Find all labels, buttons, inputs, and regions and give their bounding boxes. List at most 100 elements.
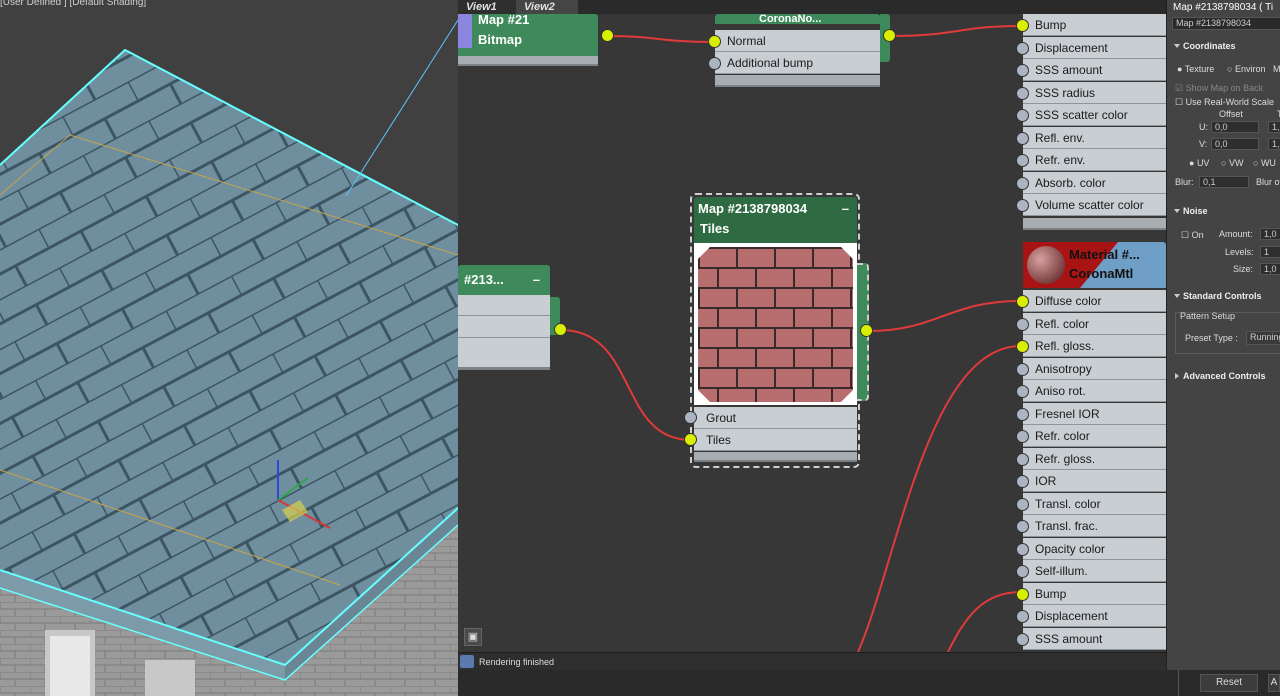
u-tiling-spinner[interactable]: 1, [1268,121,1280,133]
reset-button[interactable]: Reset [1200,674,1258,692]
amount-spinner[interactable]: 1,0 [1260,228,1280,240]
material-slot-pin[interactable] [1016,565,1029,578]
normal-output-pin[interactable] [883,29,896,42]
material-slot-pin[interactable] [1016,520,1029,533]
v-offset-spinner[interactable]: 0,0 [1211,138,1259,150]
material-slot-pin[interactable] [1016,19,1029,32]
material-slot[interactable]: Transl. frac. [1023,515,1166,537]
binoculars-icon[interactable]: ▣ [464,628,482,646]
material-slot-pin[interactable] [1016,41,1029,55]
material-slot-pin[interactable] [1016,109,1029,122]
v-tiling-spinner[interactable]: 1, [1268,138,1280,150]
environ-radio[interactable]: ○ Environ [1227,64,1265,74]
texture-radio[interactable]: ● Texture [1177,64,1214,74]
uv-radio[interactable]: ● UV [1189,158,1209,168]
noise-on-checkbox[interactable]: ☐ On [1181,230,1204,241]
material-slot[interactable]: Refl. env. [1023,126,1166,149]
material-slot-pin[interactable] [1016,317,1029,331]
material-slot[interactable]: Bump [1023,582,1166,605]
material-slot[interactable]: Diffuse color [1023,290,1166,312]
material-slot-pin[interactable] [1016,452,1029,466]
preset-type-dropdown[interactable]: Running [1246,331,1280,345]
tiles-node[interactable]: Map #2138798034 Tiles – Grout Tiles [684,193,873,468]
viewport-3d[interactable]: [User Defined ] [Default Shading] [0,0,458,696]
material-slot-pin[interactable] [1016,295,1029,308]
tiles-input-pin[interactable] [684,433,697,446]
u-offset-spinner[interactable]: 0,0 [1211,121,1259,133]
material-slot[interactable]: Refl. gloss. [1023,335,1166,357]
noise-rollout[interactable]: Noise [1167,203,1280,219]
material-slot[interactable]: Refr. env. [1023,149,1166,171]
material-slot-pin[interactable] [1016,176,1029,190]
left-map-output-pin[interactable] [554,323,567,336]
bitmap-output-pin[interactable] [601,29,614,42]
material-slot[interactable]: Fresnel IOR [1023,402,1166,425]
material-slot-pin[interactable] [1016,430,1029,443]
tiles-collapse-button[interactable]: – [842,199,849,218]
material-slot[interactable]: Refr. gloss. [1023,447,1166,470]
standard-controls-rollout[interactable]: Standard Controls [1167,288,1280,304]
mapping-dropdown[interactable]: M [1273,64,1280,74]
material-slot-pin[interactable] [1016,587,1029,601]
material-slot-pin[interactable] [1016,497,1029,511]
material-slot[interactable]: SSS radius [1023,81,1166,104]
levels-spinner[interactable]: 1 [1260,246,1280,258]
wu-radio[interactable]: ○ WU [1253,158,1276,168]
material-slot-pin[interactable] [1016,154,1029,167]
tab-view1[interactable]: View1 [458,0,516,14]
additional-bump-slot[interactable]: Additional bump [715,52,880,74]
blur-spinner[interactable]: 0,1 [1199,176,1249,188]
material-slot-pin[interactable] [1016,407,1029,421]
bitmap-node[interactable]: Map #21 Bitmap [458,12,614,66]
material-slot[interactable]: Refr. color [1023,425,1166,447]
material-slot-pin[interactable] [1016,64,1029,77]
left-map-node[interactable]: #213... – [458,265,567,370]
coordinates-rollout[interactable]: Coordinates [1167,38,1280,54]
material-slot-pin[interactable] [1016,632,1029,646]
tab-view2[interactable]: View2 [516,0,578,14]
material-slot[interactable]: SSS amount [1023,627,1166,650]
material-slot-pin[interactable] [1016,542,1029,556]
size-spinner[interactable]: 1,0 [1260,263,1280,275]
material-slot[interactable]: Displacement [1023,605,1166,627]
tiles-output-pin[interactable] [860,324,873,337]
material-slot[interactable]: Opacity color [1023,537,1166,560]
additional-bump-pin[interactable] [708,57,721,70]
apply-button[interactable]: A [1268,674,1280,692]
material-slot-pin[interactable] [1016,610,1029,623]
material-slot-pin[interactable] [1016,131,1029,145]
material-slot-pin[interactable] [1016,199,1029,212]
material-slot-pin[interactable] [1016,362,1029,376]
material-slot[interactable]: Displacement [1023,36,1166,59]
material-slot-pin[interactable] [1016,475,1029,488]
advanced-controls-rollout[interactable]: Advanced Controls [1167,368,1280,384]
real-world-checkbox[interactable]: ☐ Use Real-World Scale [1175,97,1274,108]
normal-input-pin[interactable] [708,35,721,48]
material-slot[interactable]: Aniso rot. [1023,380,1166,402]
vw-radio[interactable]: ○ VW [1221,158,1243,168]
slate-node-editor[interactable]: Map #21 Bitmap CoronaNo... Normal Additi… [458,0,1166,652]
material-slot[interactable]: Anisotropy [1023,357,1166,380]
material-slot[interactable]: IOR [1023,470,1166,492]
material-slot[interactable]: Self-illum. [1023,560,1166,582]
material-slot[interactable]: Transl. color [1023,492,1166,515]
grout-slot[interactable]: Grout [694,407,857,429]
material-slot[interactable]: Volume scatter color [1023,194,1166,216]
tiles-slot[interactable]: Tiles [694,429,857,451]
material-slot[interactable]: SSS scatter color [1023,104,1166,126]
material-slot[interactable]: SSS amount [1023,59,1166,81]
material-slot-pin[interactable] [1016,385,1029,398]
normal-map-node[interactable]: CoronaNo... Normal Additional bump [708,14,896,90]
material-slot-pin[interactable] [1016,340,1029,353]
show-map-checkbox[interactable]: ☑ Show Map on Back [1175,83,1263,94]
material-slot[interactable]: Absorb. color [1023,171,1166,194]
corona-material-node[interactable]: Material #... CoronaMtl Diffuse color Ref… [1016,242,1166,652]
map-name-field[interactable]: Map #2138798034 [1172,17,1280,30]
grout-input-pin[interactable] [684,411,697,424]
material-slot[interactable]: Refl. color [1023,312,1166,335]
material-top-node[interactable]: Bump Displacement SSS amount SSS radius SSS … [1016,14,1166,232]
viewport-label[interactable]: [User Defined ] [Default Shading] [0,0,146,8]
material-slot-pin[interactable] [1016,86,1029,100]
material-slot[interactable]: Bump [1023,14,1166,36]
normal-slot[interactable]: Normal [715,30,880,52]
